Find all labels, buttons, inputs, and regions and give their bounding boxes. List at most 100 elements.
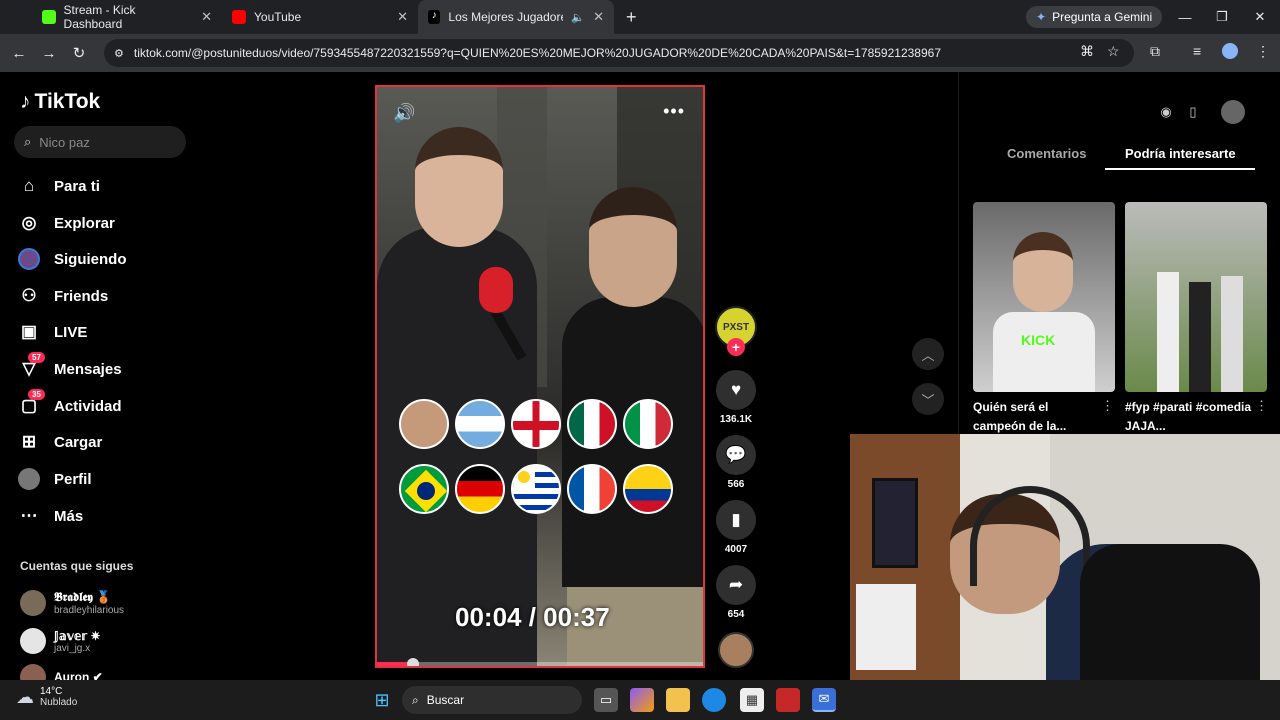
search-placeholder: Nico paz bbox=[39, 134, 90, 150]
windows-start-icon[interactable]: ⊞ bbox=[370, 688, 394, 712]
bookmark-icon[interactable]: ▮ bbox=[716, 500, 756, 540]
flag-france bbox=[567, 464, 617, 514]
search-input[interactable]: ⌕ Nico paz bbox=[14, 126, 186, 158]
tab-kick-dashboard[interactable]: Stream - Kick Dashboard ✕ bbox=[32, 0, 222, 34]
sidebar-item-label: Friends bbox=[54, 287, 109, 305]
compass-icon[interactable]: ◉ bbox=[1154, 100, 1178, 124]
comment-action[interactable]: 💬 566 bbox=[714, 435, 758, 490]
gemini-button[interactable]: ✦ Pregunta a Gemini bbox=[1026, 6, 1163, 28]
more-vertical-icon[interactable]: ⋮ bbox=[1255, 398, 1268, 414]
search-icon: ⌕ bbox=[24, 134, 32, 149]
sidebar-item-mensajes[interactable]: ▽ 57 Mensajes bbox=[18, 352, 122, 382]
mail-icon[interactable]: ✉ bbox=[812, 688, 836, 712]
tab-comentarios[interactable]: Comentarios bbox=[1007, 146, 1086, 161]
close-icon[interactable]: ✕ bbox=[593, 9, 604, 25]
close-icon[interactable]: ✕ bbox=[201, 9, 212, 25]
reload-icon[interactable]: ↻ bbox=[64, 44, 94, 62]
store-icon[interactable]: ▦ bbox=[740, 688, 764, 712]
sidebar-item-cargar[interactable]: ⊞ Cargar bbox=[18, 429, 102, 455]
task-view-icon[interactable]: ▭ bbox=[594, 688, 618, 712]
edge-icon[interactable] bbox=[702, 688, 726, 712]
browser-tab-bar: Stream - Kick Dashboard ✕ YouTube ✕ ♪ Lo… bbox=[0, 0, 1280, 34]
share-arrow-icon[interactable]: ➦ bbox=[716, 565, 756, 605]
speaker-icon[interactable]: 🔈 bbox=[571, 11, 585, 24]
follow-plus-button[interactable]: + bbox=[727, 338, 745, 356]
file-explorer-icon[interactable] bbox=[666, 688, 690, 712]
webcam-overlay bbox=[850, 434, 1280, 720]
close-window-button[interactable]: ✕ bbox=[1241, 0, 1279, 34]
maximize-button[interactable]: ❐ bbox=[1203, 0, 1241, 34]
share-action[interactable]: ➦ 654 bbox=[714, 565, 758, 620]
thumbnail-person bbox=[1221, 276, 1243, 392]
media-control-icon[interactable]: ≡ bbox=[1193, 43, 1201, 59]
progress-knob[interactable] bbox=[406, 658, 419, 666]
sidebar-item-siguiendo[interactable]: Siguiendo bbox=[18, 246, 127, 272]
copilot-icon[interactable] bbox=[630, 688, 654, 712]
suggested-video-thumbnail[interactable] bbox=[1125, 202, 1267, 392]
site-info-icon[interactable]: ⚙ bbox=[114, 47, 124, 60]
sidebar-item-actividad[interactable]: ▢ 35 Actividad bbox=[18, 389, 122, 419]
new-tab-button[interactable]: + bbox=[614, 7, 649, 28]
translate-icon[interactable]: ⌘ bbox=[1080, 43, 1094, 60]
mcafee-icon[interactable] bbox=[776, 688, 800, 712]
flag-italy bbox=[623, 399, 673, 449]
like-action[interactable]: ♥ 136.1K bbox=[714, 370, 758, 425]
suggested-video-thumbnail[interactable]: KICK bbox=[973, 202, 1115, 392]
video-timer: 00:04 / 00:37 bbox=[455, 602, 610, 632]
more-options-icon[interactable]: ••• bbox=[663, 101, 685, 122]
thumbnail-person bbox=[1157, 272, 1179, 392]
flag-argentina bbox=[455, 399, 505, 449]
tiktok-logo[interactable]: ♪ TikTok bbox=[20, 90, 100, 114]
tab-label: YouTube bbox=[254, 10, 302, 24]
followed-account[interactable]: 𝕭𝖗𝖆𝖉𝖑𝖊𝖞 🥉 bradleyhilarious bbox=[20, 590, 124, 616]
sidebar-item-label: Explorar bbox=[54, 214, 115, 232]
video-progress-bar[interactable] bbox=[377, 658, 703, 666]
more-vertical-icon[interactable]: ⋮ bbox=[1101, 398, 1114, 414]
poster-frame bbox=[872, 478, 918, 568]
upload-plus-icon: ⊞ bbox=[21, 432, 37, 451]
bookmark-star-icon[interactable]: ☆ bbox=[1107, 43, 1120, 60]
sidebar-item-live[interactable]: ▣ LIVE bbox=[18, 319, 87, 345]
music-disc-avatar[interactable] bbox=[718, 632, 754, 668]
person-left-head bbox=[415, 127, 503, 247]
volume-icon[interactable]: 🔊 bbox=[393, 103, 415, 124]
windows-taskbar: ☁ 14°C Nublado ⊞ ⌕ Buscar ▭ ▦ ✉ bbox=[0, 680, 1280, 720]
messages-badge: 57 bbox=[28, 352, 45, 363]
sidebar-item-para-ti[interactable]: ⌂ Para ti bbox=[18, 173, 100, 199]
account-name: 𝕭𝖗𝖆𝖉𝖑𝖊𝖞 🥉 bbox=[54, 590, 112, 604]
tab-tiktok-video[interactable]: ♪ Los Mejores Jugadores de 🔈 ✕ bbox=[418, 0, 614, 34]
save-action[interactable]: ▮ 4007 bbox=[714, 500, 758, 555]
suggested-video-caption[interactable]: Quién será el campeón de la... bbox=[973, 398, 1103, 436]
chevron-down-icon[interactable]: ﹀ bbox=[912, 383, 944, 415]
live-tv-icon: ▣ bbox=[20, 322, 38, 341]
active-tab-underline bbox=[1105, 168, 1255, 170]
chevron-up-icon[interactable]: ︿ bbox=[912, 338, 944, 370]
heart-icon[interactable]: ♥ bbox=[716, 370, 756, 410]
extensions-icon[interactable]: ⧉ bbox=[1150, 43, 1160, 60]
video-player[interactable]: 🔊 ••• 00:04 / 00:37 bbox=[375, 85, 705, 668]
back-icon[interactable]: ← bbox=[4, 45, 34, 62]
tab-podria-interesarte[interactable]: Podría interesarte bbox=[1125, 146, 1236, 161]
sidebar-item-friends[interactable]: ⚇ Friends bbox=[18, 283, 108, 309]
sidebar-item-perfil[interactable]: Perfil bbox=[18, 466, 92, 492]
sidebar-item-label: Cargar bbox=[54, 433, 103, 451]
following-avatar-icon bbox=[18, 248, 40, 270]
forward-icon[interactable]: → bbox=[34, 45, 64, 62]
comment-icon[interactable]: 💬 bbox=[716, 435, 756, 475]
menu-kebab-icon[interactable]: ⋮ bbox=[1256, 43, 1270, 60]
logo-text: TikTok bbox=[34, 90, 101, 113]
weather-widget[interactable]: ☁ 14°C Nublado bbox=[16, 686, 77, 708]
sidebar-item-mas[interactable]: ⋯ Más bbox=[18, 503, 84, 529]
profile-avatar-icon[interactable] bbox=[1222, 43, 1238, 59]
avatar[interactable] bbox=[1221, 100, 1245, 124]
taskbar-search[interactable]: ⌕ Buscar bbox=[402, 686, 582, 714]
tab-youtube[interactable]: YouTube ✕ bbox=[222, 0, 418, 34]
suggested-video-caption[interactable]: #fyp #parati #comedia JAJA... bbox=[1125, 398, 1255, 436]
url-field[interactable]: ⚙ tiktok.com/@postuniteduos/video/759345… bbox=[104, 39, 1134, 67]
minimize-button[interactable]: — bbox=[1166, 0, 1204, 34]
close-icon[interactable]: ✕ bbox=[397, 9, 408, 25]
device-icon[interactable]: ▯ bbox=[1181, 100, 1205, 124]
tab-label: Los Mejores Jugadores de bbox=[448, 10, 563, 24]
followed-account[interactable]: 𝕁𝕒𝕧𝕖𝕣 ✷ javi_jg.x bbox=[20, 628, 101, 654]
sidebar-item-explorar[interactable]: ◎ Explorar bbox=[18, 210, 115, 236]
